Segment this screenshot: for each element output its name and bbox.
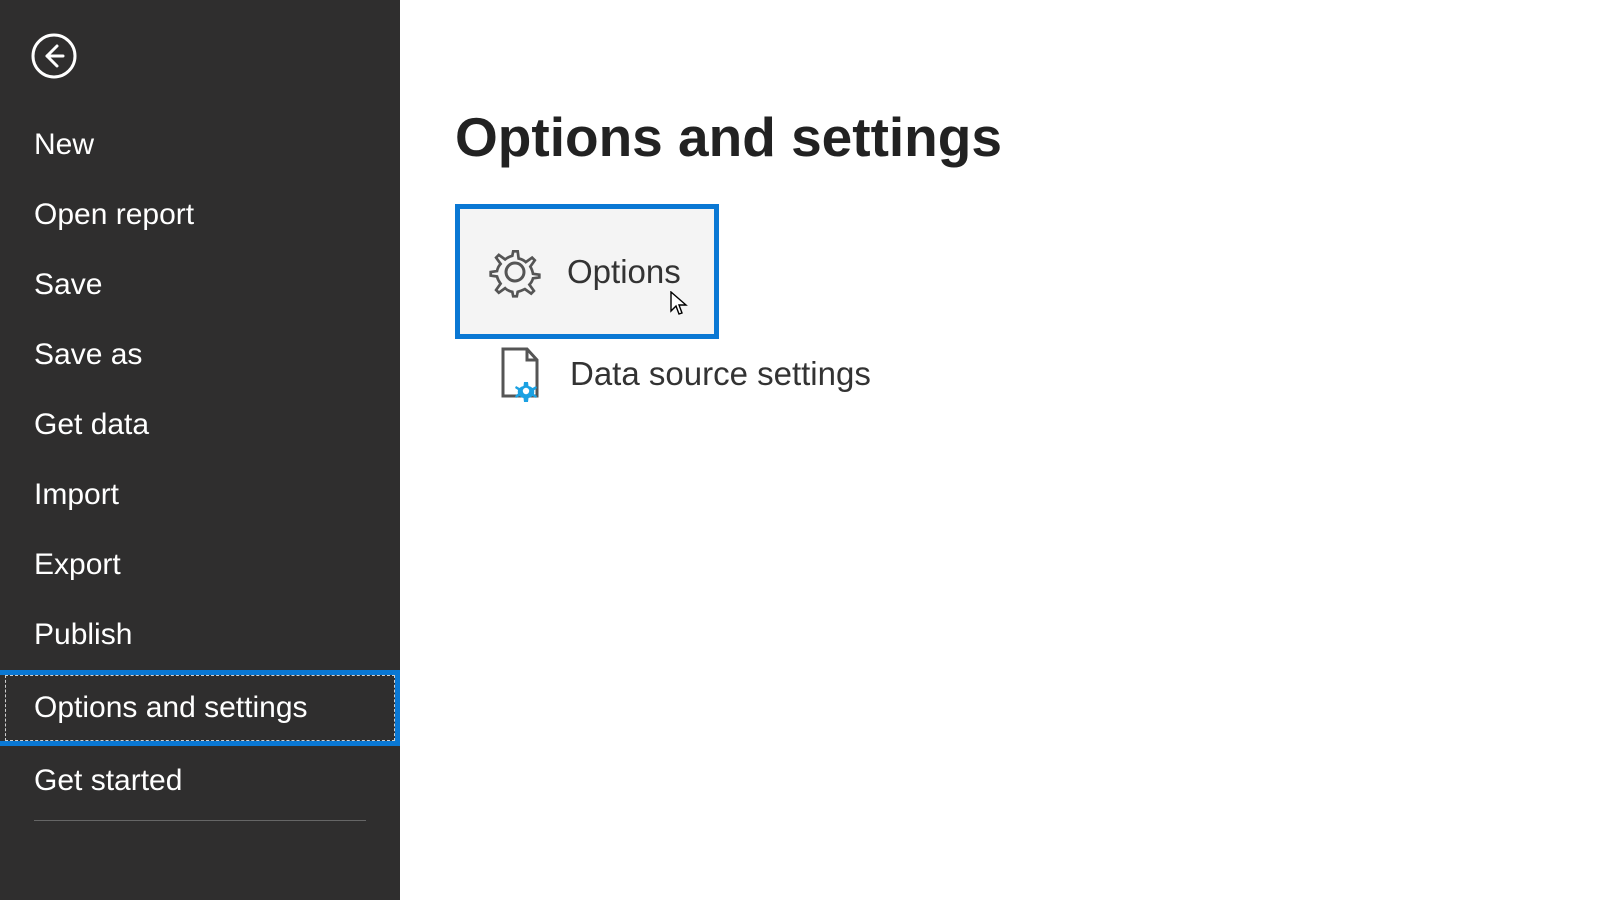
sidebar-divider — [34, 820, 366, 821]
sidebar-item-get-data[interactable]: Get data — [0, 390, 400, 460]
page-title: Options and settings — [455, 105, 1600, 169]
sidebar-item-get-started[interactable]: Get started — [0, 746, 400, 816]
sidebar-item-options-and-settings[interactable]: Options and settings — [0, 670, 400, 746]
sidebar-item-publish[interactable]: Publish — [0, 600, 400, 670]
options-label: Options — [567, 253, 681, 291]
back-button[interactable] — [30, 32, 78, 80]
sidebar-item-export[interactable]: Export — [0, 530, 400, 600]
data-source-settings-label: Data source settings — [570, 355, 871, 393]
sidebar: New Open report Save Save as Get data Im… — [0, 0, 400, 900]
sidebar-item-open-report[interactable]: Open report — [0, 180, 400, 250]
sidebar-item-import[interactable]: Import — [0, 460, 400, 530]
main-content: Options and settings Options — [400, 0, 1600, 900]
options-tile[interactable]: Options — [455, 204, 719, 339]
data-source-settings-item[interactable]: Data source settings — [495, 347, 1600, 401]
document-gear-icon — [495, 347, 545, 401]
sidebar-item-new[interactable]: New — [0, 110, 400, 180]
sidebar-item-save[interactable]: Save — [0, 250, 400, 320]
gear-icon — [488, 245, 542, 299]
back-arrow-icon — [31, 33, 77, 79]
cursor-icon — [670, 291, 688, 315]
sidebar-item-save-as[interactable]: Save as — [0, 320, 400, 390]
